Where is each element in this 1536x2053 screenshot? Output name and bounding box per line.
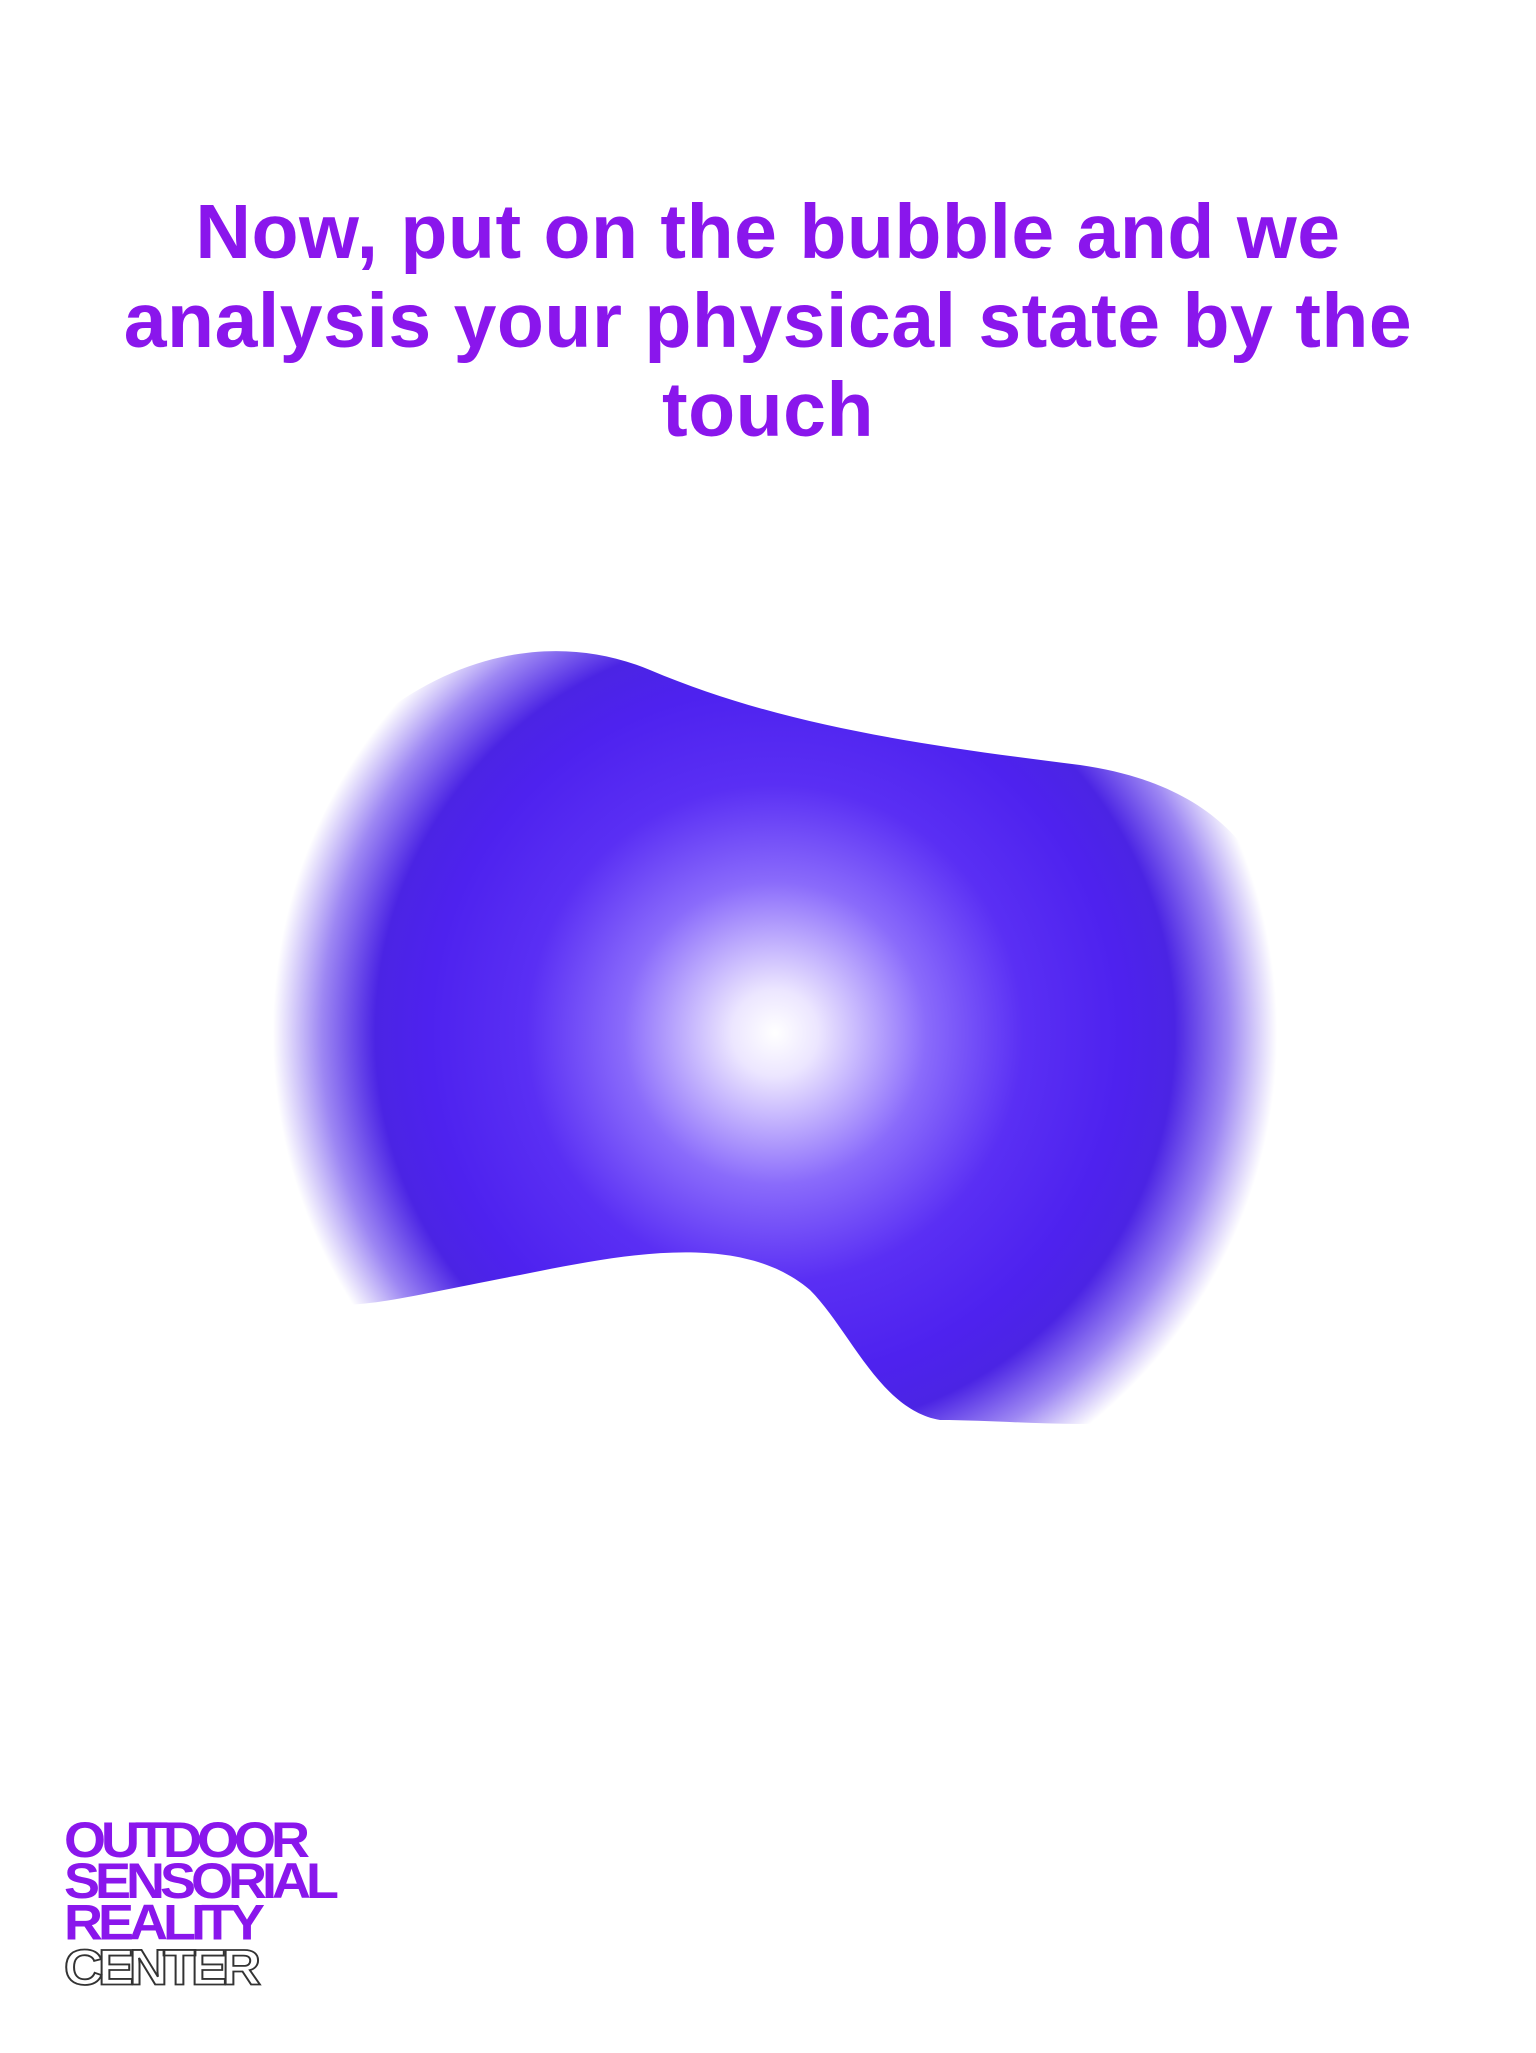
logo-line-center: CENTER xyxy=(63,1940,262,1996)
bubble-graphic xyxy=(0,0,1536,2048)
brand-logo: OUTDOOR SENSORIAL REALITY CENTER xyxy=(63,1815,339,1996)
bubble-shape xyxy=(228,651,1306,1424)
